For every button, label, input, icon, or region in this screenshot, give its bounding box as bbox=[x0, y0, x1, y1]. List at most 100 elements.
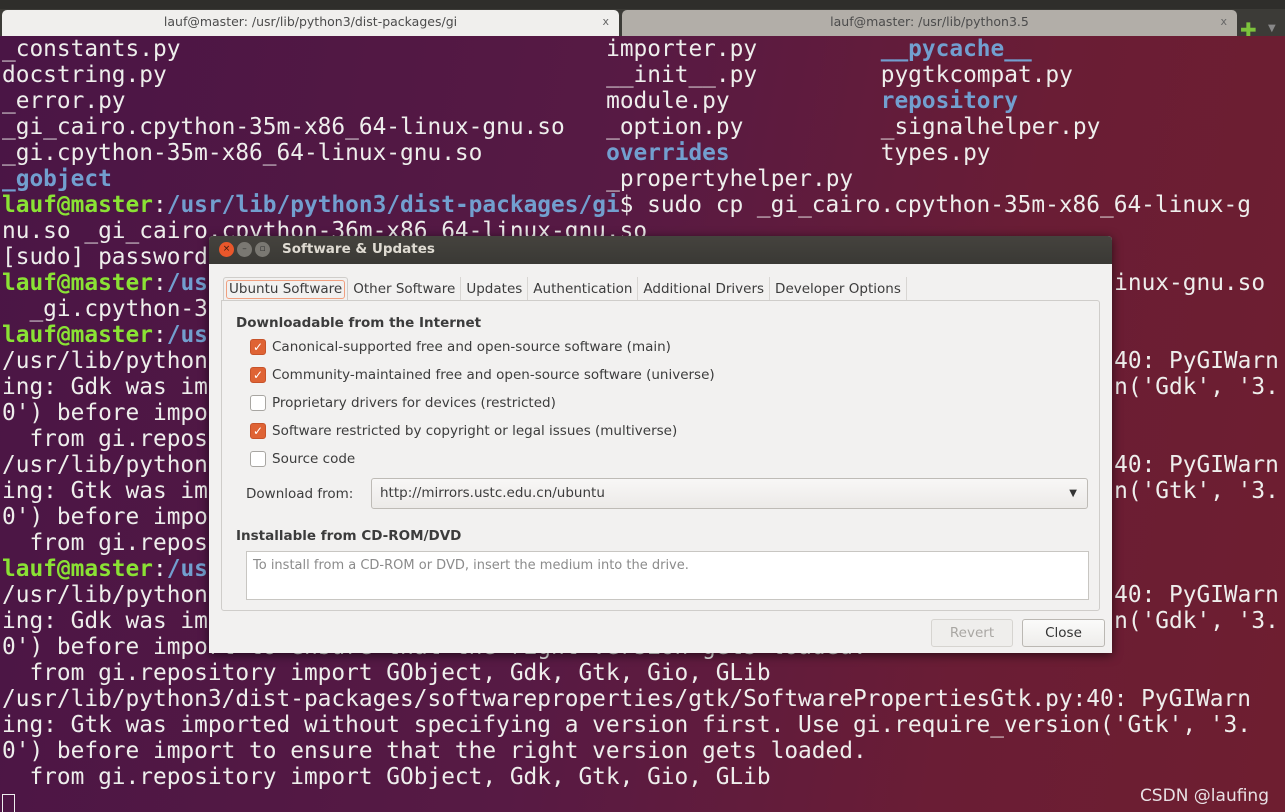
terminal-tab-gi[interactable]: lauf@master: /usr/lib/python3/dist-packa… bbox=[2, 10, 619, 36]
repo-checkbox[interactable]: Proprietary drivers for devices (restric… bbox=[250, 395, 556, 411]
prompt-path: /us bbox=[166, 270, 208, 296]
terminal-tab-python35[interactable]: lauf@master: /usr/lib/python3.5 x bbox=[622, 10, 1237, 36]
prompt-colon: : bbox=[152, 322, 167, 348]
prompt-user: lauf@master bbox=[2, 322, 153, 348]
tab-additional-drivers[interactable]: Additional Drivers bbox=[638, 277, 771, 300]
file-entry: module.py bbox=[606, 88, 730, 114]
terminal-line: ing: Gtk was im n('Gtk', '3. bbox=[2, 478, 1279, 504]
tab-ubuntu-software[interactable]: Ubuntu Software bbox=[223, 277, 349, 300]
checkbox-label: Software restricted by copyright or lega… bbox=[272, 423, 678, 439]
directory-entry: __pycache__ bbox=[880, 36, 1032, 62]
terminal-line: /usr/lib/python3/dist-packages/softwarep… bbox=[2, 686, 1251, 712]
prompt-user: lauf@master bbox=[2, 270, 153, 296]
output-text: /usr/lib/python bbox=[2, 582, 208, 608]
prompt-colon: : bbox=[152, 270, 167, 296]
file-entry: types.py bbox=[880, 140, 991, 166]
close-icon[interactable]: × bbox=[219, 242, 234, 257]
output-text: [sudo] password bbox=[2, 244, 208, 270]
repo-checkbox[interactable]: ✓ Software restricted by copyright or leg… bbox=[250, 423, 677, 439]
terminal-line: 0') before impo bbox=[2, 400, 208, 426]
checkbox-label: Community-maintained free and open-sourc… bbox=[272, 367, 715, 383]
dialog-title: Software & Updates bbox=[282, 241, 435, 257]
prompt-path: /usr/lib/python3/dist-packages/gi bbox=[166, 192, 620, 218]
file-entry: _constants.py bbox=[2, 36, 181, 62]
file-entry: _option.py bbox=[606, 114, 744, 140]
directory-entry: repository bbox=[880, 88, 1018, 114]
output-text-right: inux-gnu.so bbox=[1114, 270, 1266, 296]
file-entry: _signalhelper.py bbox=[880, 114, 1101, 140]
cdrom-list[interactable]: To install from a CD-ROM or DVD, insert … bbox=[246, 551, 1089, 600]
prompt-path: /us bbox=[166, 556, 208, 582]
terminal-line: lauf@master:/usr/lib/python3/dist-packag… bbox=[2, 192, 1251, 218]
tab-updates[interactable]: Updates bbox=[461, 277, 529, 300]
repo-checkbox[interactable]: ✓ Canonical-supported free and open-sourc… bbox=[250, 339, 671, 355]
prompt-colon: : bbox=[152, 192, 167, 218]
tab-title: lauf@master: /usr/lib/python3.5 bbox=[830, 14, 1029, 29]
output-text: /usr/lib/python bbox=[2, 452, 208, 478]
maximize-icon[interactable]: ▫ bbox=[255, 242, 270, 257]
close-button[interactable]: Close bbox=[1022, 619, 1105, 647]
checkbox-label: Proprietary drivers for devices (restric… bbox=[272, 395, 556, 411]
prompt-path: /us bbox=[166, 322, 208, 348]
output-text-right: n('Gdk', '3. bbox=[1114, 608, 1279, 634]
checkbox-checked-icon[interactable]: ✓ bbox=[250, 423, 266, 439]
revert-button[interactable]: Revert bbox=[931, 619, 1013, 647]
terminal-line: from gi.repos bbox=[2, 530, 208, 556]
terminal-line: /usr/lib/python 40: PyGIWarn bbox=[2, 582, 1279, 608]
file-entry: importer.py bbox=[606, 36, 758, 62]
terminal-line: 0') before impo bbox=[2, 504, 208, 530]
repo-checkbox[interactable]: Source code bbox=[250, 451, 355, 467]
file-entry: _propertyhelper.py bbox=[606, 166, 854, 192]
output-text: from gi.repos bbox=[2, 426, 208, 452]
tab-developer-options[interactable]: Developer Options bbox=[770, 277, 907, 300]
directory-entry: _gobject bbox=[2, 166, 112, 192]
download-server-value: http://mirrors.ustc.edu.cn/ubuntu bbox=[380, 485, 605, 501]
prompt-user: lauf@master bbox=[2, 192, 153, 218]
file-entry: __init__.py bbox=[606, 62, 758, 88]
terminal-line bbox=[2, 790, 15, 812]
section-heading-cdrom: Installable from CD-ROM/DVD bbox=[236, 528, 462, 544]
chevron-down-icon[interactable]: ▼ bbox=[1268, 23, 1276, 34]
terminal-line: ing: Gdk was im n('Gdk', '3. bbox=[2, 374, 1279, 400]
checkbox-checked-icon[interactable]: ✓ bbox=[250, 367, 266, 383]
dropdown-arrow-icon: ▼ bbox=[1069, 488, 1077, 499]
file-entry: pygtkcompat.py bbox=[880, 62, 1073, 88]
terminal-line: from gi.repository import GObject, Gdk, … bbox=[2, 764, 770, 790]
terminal-line: ing: Gtk was imported without specifying… bbox=[2, 712, 1251, 738]
output-text: 0') before import to ensure that the rig… bbox=[2, 738, 867, 764]
output-text: ing: Gdk was im bbox=[2, 374, 208, 400]
checkbox-checked-icon[interactable]: ✓ bbox=[250, 339, 266, 355]
dialog-tabs: Ubuntu Software Other Software Updates A… bbox=[223, 277, 907, 300]
terminal-line: ing: Gdk was im n('Gdk', '3. bbox=[2, 608, 1279, 634]
tab-other-software[interactable]: Other Software bbox=[348, 277, 462, 300]
output-text: /usr/lib/python3/dist-packages/softwarep… bbox=[2, 686, 1251, 712]
download-server-select[interactable]: http://mirrors.ustc.edu.cn/ubuntu ▼ bbox=[371, 478, 1088, 509]
cdrom-placeholder: To install from a CD-ROM or DVD, insert … bbox=[253, 558, 689, 573]
section-heading-downloadable: Downloadable from the Internet bbox=[236, 315, 482, 331]
terminal-line: /usr/lib/python 40: PyGIWarn bbox=[2, 348, 1279, 374]
tab-authentication[interactable]: Authentication bbox=[528, 277, 639, 300]
command-text: $ sudo cp _gi_cairo.cpython-35m-x86_64-l… bbox=[619, 192, 1251, 218]
checkbox-unchecked-icon[interactable] bbox=[250, 451, 266, 467]
output-text: 0') before impo bbox=[2, 504, 208, 530]
output-text: ing: Gtk was im bbox=[2, 478, 208, 504]
output-text: _gi.cpython-36 bbox=[2, 296, 222, 322]
file-entry: _gi_cairo.cpython-35m-x86_64-linux-gnu.s… bbox=[2, 114, 565, 140]
output-text: ing: Gtk was imported without specifying… bbox=[2, 712, 1251, 738]
minimize-icon[interactable]: – bbox=[237, 242, 252, 257]
dialog-titlebar[interactable]: × – ▫ Software & Updates bbox=[209, 236, 1112, 264]
tab-close-button[interactable]: x bbox=[602, 10, 609, 34]
checkbox-unchecked-icon[interactable] bbox=[250, 395, 266, 411]
tab-panel: Downloadable from the Internet ✓ Canonica… bbox=[221, 300, 1100, 611]
terminal-line: /usr/lib/python 40: PyGIWarn bbox=[2, 452, 1279, 478]
terminal-line: [sudo] password bbox=[2, 244, 208, 270]
output-text-right: 40: PyGIWarn bbox=[1114, 582, 1279, 608]
output-text: from gi.repos bbox=[2, 530, 208, 556]
repo-checkbox[interactable]: ✓ Community-maintained free and open-sour… bbox=[250, 367, 715, 383]
tab-title: lauf@master: /usr/lib/python3/dist-packa… bbox=[163, 14, 458, 29]
tab-close-button[interactable]: x bbox=[1220, 10, 1227, 34]
terminal-tab-bar: lauf@master: /usr/lib/python3/dist-packa… bbox=[0, 9, 1285, 40]
output-text-right: n('Gtk', '3. bbox=[1114, 478, 1279, 504]
software-updates-dialog: × – ▫ Software & Updates Ubuntu Software… bbox=[209, 236, 1112, 653]
terminal-line: lauf@master:/us bbox=[2, 322, 208, 348]
